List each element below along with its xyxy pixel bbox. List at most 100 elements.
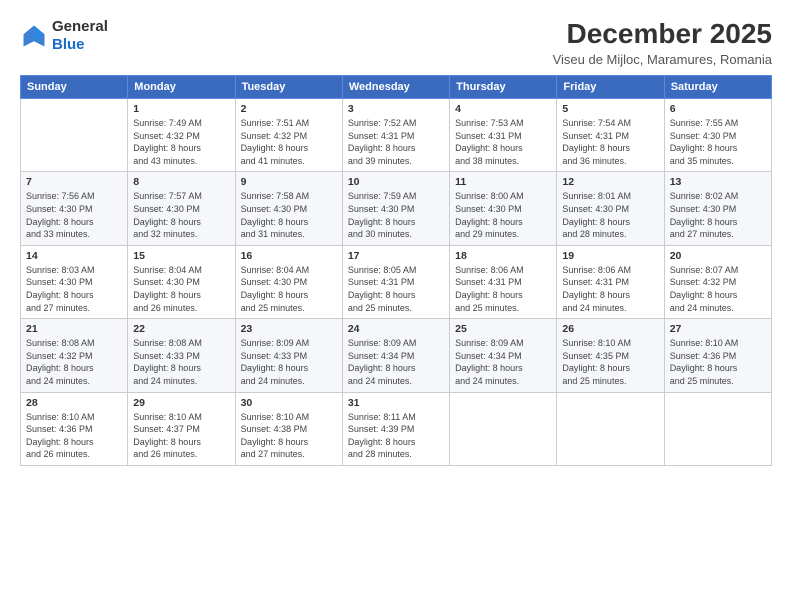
calendar-cell [664, 392, 771, 465]
day-info: Sunrise: 8:10 AMSunset: 4:36 PMDaylight:… [26, 411, 122, 461]
day-number: 24 [348, 323, 444, 335]
calendar-cell: 3 Sunrise: 7:52 AMSunset: 4:31 PMDaylight… [342, 99, 449, 172]
header-day: Saturday [664, 76, 771, 99]
calendar-cell: 19Sunrise: 8:06 AMSunset: 4:31 PMDayligh… [557, 245, 664, 318]
day-number: 13 [670, 176, 766, 188]
calendar-cell: 29Sunrise: 8:10 AMSunset: 4:37 PMDayligh… [128, 392, 235, 465]
day-info: Sunrise: 8:11 AMSunset: 4:39 PMDaylight:… [348, 411, 444, 461]
header-row: SundayMondayTuesdayWednesdayThursdayFrid… [21, 76, 772, 99]
day-info: Sunrise: 8:06 AMSunset: 4:31 PMDaylight:… [455, 264, 551, 314]
day-info: Sunrise: 8:09 AMSunset: 4:34 PMDaylight:… [455, 337, 551, 387]
day-number: 16 [241, 250, 337, 262]
day-info: Sunrise: 8:09 AMSunset: 4:33 PMDaylight:… [241, 337, 337, 387]
logo-icon [20, 22, 48, 50]
header-day: Monday [128, 76, 235, 99]
day-info: Sunrise: 7:52 AMSunset: 4:31 PMDaylight:… [348, 117, 444, 167]
day-info: Sunrise: 8:08 AMSunset: 4:33 PMDaylight:… [133, 337, 229, 387]
day-number: 27 [670, 323, 766, 335]
day-number: 31 [348, 397, 444, 409]
calendar-cell: 25 Sunrise: 8:09 AMSunset: 4:34 PMDayligh… [450, 319, 557, 392]
calendar-cell: 28 Sunrise: 8:10 AMSunset: 4:36 PMDayligh… [21, 392, 128, 465]
day-info: Sunrise: 8:07 AMSunset: 4:32 PMDaylight:… [670, 264, 766, 314]
calendar-cell: 2 Sunrise: 7:51 AMSunset: 4:32 PMDaylight… [235, 99, 342, 172]
day-info: Sunrise: 7:53 AMSunset: 4:31 PMDaylight:… [455, 117, 551, 167]
day-info: Sunrise: 8:10 AMSunset: 4:36 PMDaylight:… [670, 337, 766, 387]
day-info: Sunrise: 8:03 AMSunset: 4:30 PMDaylight:… [26, 264, 122, 314]
main-title: December 2025 [553, 18, 772, 50]
calendar-cell: 9 Sunrise: 7:58 AMSunset: 4:30 PMDaylight… [235, 172, 342, 245]
day-info: Sunrise: 7:54 AMSunset: 4:31 PMDaylight:… [562, 117, 658, 167]
header: General Blue December 2025 Viseu de Mijl… [20, 18, 772, 67]
calendar-row: 1Sunrise: 7:49 AMSunset: 4:32 PMDaylight… [21, 99, 772, 172]
calendar-cell: 6Sunrise: 7:55 AMSunset: 4:30 PMDaylight… [664, 99, 771, 172]
calendar-row: 28 Sunrise: 8:10 AMSunset: 4:36 PMDayligh… [21, 392, 772, 465]
calendar-cell: 16 Sunrise: 8:04 AMSunset: 4:30 PMDayligh… [235, 245, 342, 318]
day-number: 9 [241, 176, 337, 188]
day-number: 22 [133, 323, 229, 335]
day-number: 14 [26, 250, 122, 262]
day-number: 17 [348, 250, 444, 262]
day-number: 2 [241, 103, 337, 115]
calendar-cell: 24 Sunrise: 8:09 AMSunset: 4:34 PMDayligh… [342, 319, 449, 392]
calendar-cell: 17 Sunrise: 8:05 AMSunset: 4:31 PMDayligh… [342, 245, 449, 318]
calendar-cell: 15Sunrise: 8:04 AMSunset: 4:30 PMDayligh… [128, 245, 235, 318]
logo: General Blue [20, 18, 108, 54]
logo-text: General Blue [52, 18, 108, 54]
day-number: 25 [455, 323, 551, 335]
header-day: Tuesday [235, 76, 342, 99]
calendar-row: 7 Sunrise: 7:56 AMSunset: 4:30 PMDaylight… [21, 172, 772, 245]
calendar-cell: 30 Sunrise: 8:10 AMSunset: 4:38 PMDayligh… [235, 392, 342, 465]
calendar-cell: 22 Sunrise: 8:08 AMSunset: 4:33 PMDayligh… [128, 319, 235, 392]
day-info: Sunrise: 8:10 AMSunset: 4:38 PMDaylight:… [241, 411, 337, 461]
calendar-row: 14 Sunrise: 8:03 AMSunset: 4:30 PMDayligh… [21, 245, 772, 318]
header-day: Wednesday [342, 76, 449, 99]
calendar-cell [21, 99, 128, 172]
calendar-cell: 12Sunrise: 8:01 AMSunset: 4:30 PMDayligh… [557, 172, 664, 245]
calendar-cell: 13 Sunrise: 8:02 AMSunset: 4:30 PMDayligh… [664, 172, 771, 245]
calendar-cell: 21Sunrise: 8:08 AMSunset: 4:32 PMDayligh… [21, 319, 128, 392]
day-info: Sunrise: 8:01 AMSunset: 4:30 PMDaylight:… [562, 190, 658, 240]
calendar-cell: 18Sunrise: 8:06 AMSunset: 4:31 PMDayligh… [450, 245, 557, 318]
day-number: 28 [26, 397, 122, 409]
calendar-cell [450, 392, 557, 465]
day-info: Sunrise: 8:05 AMSunset: 4:31 PMDaylight:… [348, 264, 444, 314]
calendar-cell: 1Sunrise: 7:49 AMSunset: 4:32 PMDaylight… [128, 99, 235, 172]
day-info: Sunrise: 8:04 AMSunset: 4:30 PMDaylight:… [133, 264, 229, 314]
day-number: 3 [348, 103, 444, 115]
day-info: Sunrise: 8:02 AMSunset: 4:30 PMDaylight:… [670, 190, 766, 240]
day-number: 4 [455, 103, 551, 115]
day-number: 30 [241, 397, 337, 409]
calendar-cell: 27 Sunrise: 8:10 AMSunset: 4:36 PMDayligh… [664, 319, 771, 392]
day-number: 23 [241, 323, 337, 335]
calendar-cell: 8Sunrise: 7:57 AMSunset: 4:30 PMDaylight… [128, 172, 235, 245]
header-day: Thursday [450, 76, 557, 99]
header-day: Sunday [21, 76, 128, 99]
calendar-cell: 20 Sunrise: 8:07 AMSunset: 4:32 PMDayligh… [664, 245, 771, 318]
day-info: Sunrise: 7:49 AMSunset: 4:32 PMDaylight:… [133, 117, 229, 167]
day-number: 8 [133, 176, 229, 188]
day-number: 5 [562, 103, 658, 115]
calendar-cell: 11Sunrise: 8:00 AMSunset: 4:30 PMDayligh… [450, 172, 557, 245]
calendar-cell: 26Sunrise: 8:10 AMSunset: 4:35 PMDayligh… [557, 319, 664, 392]
day-number: 7 [26, 176, 122, 188]
day-info: Sunrise: 7:55 AMSunset: 4:30 PMDaylight:… [670, 117, 766, 167]
calendar-table: SundayMondayTuesdayWednesdayThursdayFrid… [20, 75, 772, 466]
day-info: Sunrise: 8:09 AMSunset: 4:34 PMDaylight:… [348, 337, 444, 387]
day-info: Sunrise: 7:58 AMSunset: 4:30 PMDaylight:… [241, 190, 337, 240]
day-number: 20 [670, 250, 766, 262]
day-info: Sunrise: 7:56 AMSunset: 4:30 PMDaylight:… [26, 190, 122, 240]
day-info: Sunrise: 8:06 AMSunset: 4:31 PMDaylight:… [562, 264, 658, 314]
day-number: 10 [348, 176, 444, 188]
calendar-cell: 23 Sunrise: 8:09 AMSunset: 4:33 PMDayligh… [235, 319, 342, 392]
calendar-cell: 5 Sunrise: 7:54 AMSunset: 4:31 PMDaylight… [557, 99, 664, 172]
day-info: Sunrise: 8:08 AMSunset: 4:32 PMDaylight:… [26, 337, 122, 387]
calendar-cell: 4 Sunrise: 7:53 AMSunset: 4:31 PMDaylight… [450, 99, 557, 172]
day-info: Sunrise: 7:51 AMSunset: 4:32 PMDaylight:… [241, 117, 337, 167]
day-info: Sunrise: 8:04 AMSunset: 4:30 PMDaylight:… [241, 264, 337, 314]
calendar-cell: 10Sunrise: 7:59 AMSunset: 4:30 PMDayligh… [342, 172, 449, 245]
title-block: December 2025 Viseu de Mijloc, Maramures… [553, 18, 772, 67]
day-info: Sunrise: 8:00 AMSunset: 4:30 PMDaylight:… [455, 190, 551, 240]
day-number: 29 [133, 397, 229, 409]
calendar-cell: 7 Sunrise: 7:56 AMSunset: 4:30 PMDaylight… [21, 172, 128, 245]
calendar-cell: 31 Sunrise: 8:11 AMSunset: 4:39 PMDayligh… [342, 392, 449, 465]
